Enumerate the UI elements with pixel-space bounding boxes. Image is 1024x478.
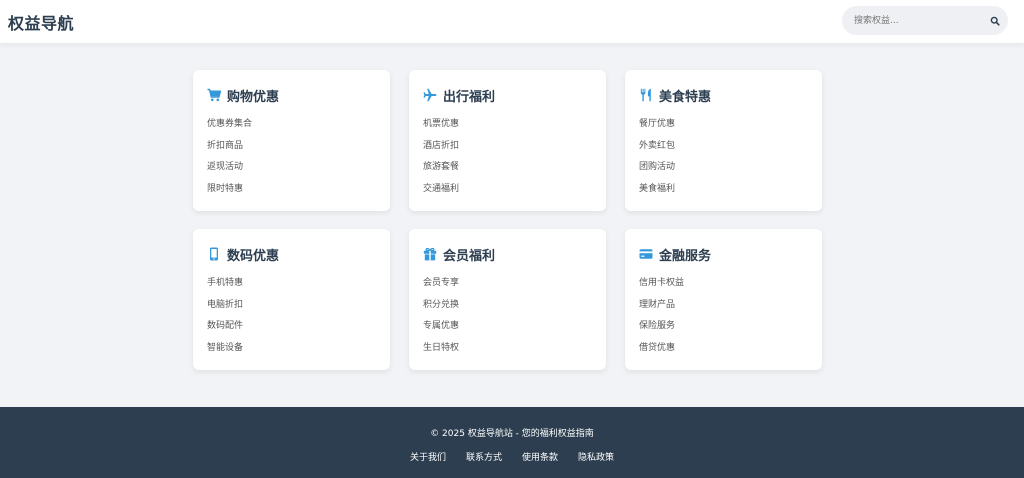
card-title-text: 出行福利 [443,89,496,105]
category-link[interactable]: 旅游套餐 [423,162,459,172]
list-item: 餐厅优惠 [639,114,808,136]
category-link[interactable]: 信用卡权益 [639,278,684,288]
list-item: 数码配件 [207,316,376,338]
list-item: 外卖红包 [639,136,808,158]
card-title: 会员福利 [423,245,592,264]
category-link[interactable]: 外卖红包 [639,141,675,151]
card-title-text: 美食特惠 [659,89,712,105]
category-link[interactable]: 团购活动 [639,162,675,172]
category-link[interactable]: 积分兑换 [423,300,459,310]
footer-link-privacy[interactable]: 隐私政策 [578,450,614,463]
site-header: 权益导航 [0,0,1024,43]
copyright-text: © 2025 权益导航站 - 您的福利权益指南 [430,429,594,439]
category-link[interactable]: 理财产品 [639,300,675,310]
search-icon[interactable] [990,16,1000,26]
site-footer: © 2025 权益导航站 - 您的福利权益指南 关于我们 联系方式 使用条款 隐… [0,407,1024,478]
list-item: 手机特惠 [207,273,376,295]
list-item: 会员专享 [423,273,592,295]
search-input[interactable] [854,6,984,35]
link-list: 优惠券集合 折扣商品 返现活动 限时特惠 [207,114,376,200]
airplane-icon [423,88,437,102]
category-link[interactable]: 返现活动 [207,162,243,172]
link-list: 会员专享 积分兑换 专属优惠 生日特权 [423,273,592,359]
gift-icon [423,247,437,261]
utensils-icon [640,88,651,102]
list-item: 旅游套餐 [423,157,592,179]
link-list: 手机特惠 电脑折扣 数码配件 智能设备 [207,273,376,359]
category-link[interactable]: 电脑折扣 [207,300,243,310]
link-list: 信用卡权益 理财产品 保险服务 借贷优惠 [639,273,808,359]
list-item: 信用卡权益 [639,273,808,295]
category-link[interactable]: 数码配件 [207,321,243,331]
list-item: 交通福利 [423,179,592,201]
list-item: 积分兑换 [423,295,592,317]
card-title-text: 购物优惠 [227,89,280,105]
category-link[interactable]: 折扣商品 [207,141,243,151]
list-item: 借贷优惠 [639,338,808,360]
card-title-text: 数码优惠 [227,248,280,264]
list-item: 机票优惠 [423,114,592,136]
list-item: 生日特权 [423,338,592,360]
list-item: 酒店折扣 [423,136,592,158]
list-item: 优惠券集合 [207,114,376,136]
mobile-phone-icon [210,247,218,261]
card-title: 数码优惠 [207,245,376,264]
card-title: 出行福利 [423,86,592,105]
category-link[interactable]: 手机特惠 [207,278,243,288]
category-link[interactable]: 智能设备 [207,343,243,353]
card-title: 美食特惠 [639,86,808,105]
category-card-finance: 金融服务 信用卡权益 理财产品 保险服务 借贷优惠 [625,229,822,370]
search-box[interactable] [842,6,1008,35]
list-item: 理财产品 [639,295,808,317]
footer-link-contact[interactable]: 联系方式 [466,450,502,463]
category-link[interactable]: 限时特惠 [207,184,243,194]
list-item: 专属优惠 [423,316,592,338]
category-card-shopping: 购物优惠 优惠券集合 折扣商品 返现活动 限时特惠 [193,70,390,211]
footer-link-terms[interactable]: 使用条款 [522,450,558,463]
category-card-membership: 会员福利 会员专享 积分兑换 专属优惠 生日特权 [409,229,606,370]
category-grid: 购物优惠 优惠券集合 折扣商品 返现活动 限时特惠 出行福利 机票优惠 酒店折扣… [193,70,823,370]
category-link[interactable]: 保险服务 [639,321,675,331]
card-title-text: 金融服务 [659,248,712,264]
category-card-travel: 出行福利 机票优惠 酒店折扣 旅游套餐 交通福利 [409,70,606,211]
category-link[interactable]: 酒店折扣 [423,141,459,151]
category-link[interactable]: 美食福利 [639,184,675,194]
list-item: 折扣商品 [207,136,376,158]
link-list: 餐厅优惠 外卖红包 团购活动 美食福利 [639,114,808,200]
site-logo[interactable]: 权益导航 [8,10,74,34]
list-item: 智能设备 [207,338,376,360]
list-item: 返现活动 [207,157,376,179]
category-link[interactable]: 交通福利 [423,184,459,194]
category-link[interactable]: 会员专享 [423,278,459,288]
category-link[interactable]: 专属优惠 [423,321,459,331]
category-link[interactable]: 优惠券集合 [207,119,252,129]
list-item: 美食福利 [639,179,808,201]
category-card-digital: 数码优惠 手机特惠 电脑折扣 数码配件 智能设备 [193,229,390,370]
main-content: 购物优惠 优惠券集合 折扣商品 返现活动 限时特惠 出行福利 机票优惠 酒店折扣… [193,70,823,370]
category-link[interactable]: 餐厅优惠 [639,119,675,129]
credit-card-icon [639,249,653,259]
footer-links: 关于我们 联系方式 使用条款 隐私政策 [0,450,1024,463]
category-link[interactable]: 生日特权 [423,343,459,353]
list-item: 保险服务 [639,316,808,338]
shopping-cart-icon [207,88,221,102]
list-item: 限时特惠 [207,179,376,201]
card-title: 购物优惠 [207,86,376,105]
category-card-food: 美食特惠 餐厅优惠 外卖红包 团购活动 美食福利 [625,70,822,211]
list-item: 电脑折扣 [207,295,376,317]
category-link[interactable]: 借贷优惠 [639,343,675,353]
card-title: 金融服务 [639,245,808,264]
card-title-text: 会员福利 [443,248,496,264]
footer-link-about[interactable]: 关于我们 [410,450,446,463]
link-list: 机票优惠 酒店折扣 旅游套餐 交通福利 [423,114,592,200]
list-item: 团购活动 [639,157,808,179]
category-link[interactable]: 机票优惠 [423,119,459,129]
